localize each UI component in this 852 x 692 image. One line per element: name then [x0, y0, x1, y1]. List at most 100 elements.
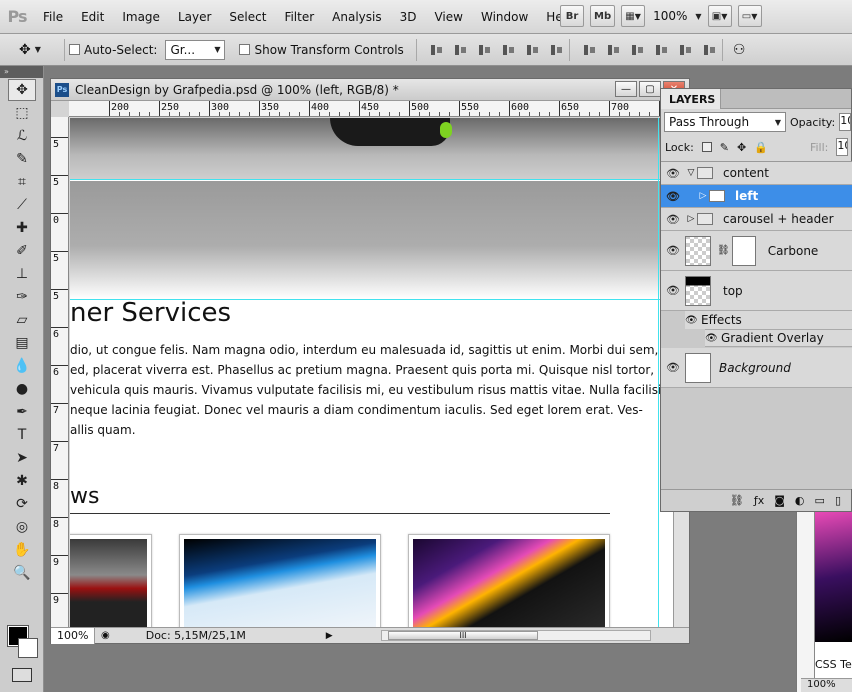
status-menu-icon[interactable]: ◉ [101, 630, 110, 641]
opacity-field[interactable]: 10 [839, 113, 852, 131]
quick-mask-button[interactable] [12, 668, 32, 682]
new-layer-icon[interactable]: ▯ [835, 494, 841, 507]
checkbox-box[interactable] [69, 44, 80, 55]
bridge-button[interactable]: Br [560, 5, 584, 27]
brush-tool-icon[interactable]: ✐ [8, 240, 36, 262]
menu-filter[interactable]: Filter [275, 0, 323, 34]
distribute-top-icon[interactable] [582, 42, 598, 58]
view-extras-button[interactable]: ▦ ▼ [621, 5, 646, 27]
menu-view[interactable]: View [425, 0, 471, 34]
color-swatches[interactable] [7, 625, 40, 662]
blur-tool-icon[interactable]: 💧 [8, 355, 36, 377]
distribute-right-icon[interactable] [702, 42, 718, 58]
menu-image[interactable]: Image [113, 0, 169, 34]
layer-row-carbone[interactable]: 👁 ⛓ Carbone [661, 231, 852, 271]
horizontal-ruler[interactable]: 200250300350400450500550600650700750 [69, 101, 669, 117]
distribute-bottom-icon[interactable] [630, 42, 646, 58]
screen-mode-button[interactable]: ▭ ▼ [737, 5, 762, 27]
guide-line[interactable] [658, 118, 659, 629]
type-tool-icon[interactable]: T [8, 424, 36, 446]
menu-edit[interactable]: Edit [72, 0, 113, 34]
dodge-tool-icon[interactable]: ● [8, 378, 36, 400]
status-arrow-icon[interactable]: ▶ [326, 631, 333, 641]
hand-tool-icon[interactable]: ✋ [8, 539, 36, 561]
align-vertical-center-icon[interactable] [453, 42, 469, 58]
fill-field[interactable]: 10 [836, 138, 849, 156]
gradient-tool-icon[interactable]: ▤ [8, 332, 36, 354]
zoom-field[interactable]: 100% [51, 627, 95, 644]
clone-stamp-tool-icon[interactable]: ⊥ [8, 263, 36, 285]
adjustment-layer-icon[interactable]: ◐ [795, 494, 805, 507]
layer-mask-thumbnail[interactable] [731, 235, 756, 266]
lock-all-icon[interactable]: 🔒 [754, 141, 768, 154]
pen-tool-icon[interactable]: ✒ [8, 401, 36, 423]
align-left-icon[interactable] [501, 42, 517, 58]
show-transform-checkbox[interactable]: Show Transform Controls [239, 43, 404, 57]
distribute-left-icon[interactable] [654, 42, 670, 58]
menu-select[interactable]: Select [220, 0, 275, 34]
align-right-icon[interactable] [549, 42, 565, 58]
maximize-button[interactable]: ▢ [639, 81, 661, 97]
eye-icon[interactable]: 👁 [661, 361, 685, 374]
eye-icon[interactable]: 👁 [661, 213, 685, 226]
layer-row-carousel-header[interactable]: 👁 ▷ carousel + header [661, 208, 852, 231]
align-top-icon[interactable] [429, 42, 445, 58]
arrange-documents-button[interactable]: ▣ ▼ [707, 5, 732, 27]
quick-select-tool-icon[interactable]: ✎ [8, 148, 36, 170]
zoom-level-select[interactable]: 100% [651, 9, 689, 23]
lock-transparent-icon[interactable] [701, 142, 712, 152]
align-horizontal-center-icon[interactable] [525, 42, 541, 58]
auto-select-checkbox[interactable]: Auto-Select: [69, 43, 157, 57]
tools-panel-collapse[interactable]: » [0, 66, 43, 78]
eye-icon[interactable]: 👁 [685, 315, 701, 326]
shape-tool-icon[interactable]: ✱ [8, 470, 36, 492]
document-title-bar[interactable]: Ps CleanDesign by Grafpedia.psd @ 100% (… [51, 79, 689, 101]
layer-style-icon[interactable]: ƒx [754, 494, 764, 507]
auto-select-target-select[interactable]: Gr... ▼ [165, 39, 226, 60]
link-layers-icon[interactable]: ⛓ [730, 494, 744, 507]
menu-file[interactable]: File [34, 0, 72, 34]
collapse-triangle-icon[interactable]: ▷ [685, 214, 697, 224]
eyedropper-tool-icon[interactable]: ⟋ [8, 194, 36, 216]
menu-layer[interactable]: Layer [169, 0, 220, 34]
history-brush-tool-icon[interactable]: ✑ [8, 286, 36, 308]
background-document-window[interactable]: CSS Te 100% [796, 512, 852, 692]
menu-3d[interactable]: 3D [391, 0, 426, 34]
layer-row-content[interactable]: 👁 ▽ content [661, 162, 852, 185]
checkbox-box[interactable] [239, 44, 251, 55]
3d-rotate-tool-icon[interactable]: ⟳ [8, 493, 36, 515]
align-bottom-icon[interactable] [477, 42, 493, 58]
move-tool-icon[interactable]: ✥ [8, 79, 36, 101]
distribute-center-icon[interactable] [606, 42, 622, 58]
auto-align-layers-icon[interactable]: ⚇ [733, 42, 746, 58]
eye-icon[interactable]: 👁 [661, 190, 685, 203]
layer-effect-gradient-overlay[interactable]: 👁 Gradient Overlay [705, 329, 852, 347]
zoom-tool-icon[interactable]: 🔍 [8, 562, 36, 584]
layer-row-left[interactable]: 👁 ▷ left [661, 185, 852, 208]
document-canvas[interactable]: ner Services dio, ut congue felis. Nam m… [70, 118, 675, 629]
layer-row-top[interactable]: 👁 top [661, 271, 852, 311]
eye-icon[interactable]: 👁 [705, 333, 721, 344]
3d-orbit-tool-icon[interactable]: ◎ [8, 516, 36, 538]
eraser-tool-icon[interactable]: ▱ [8, 309, 36, 331]
tool-preset-picker[interactable]: ✥ ▼ [0, 42, 60, 58]
distribute-hcenter-icon[interactable] [678, 42, 694, 58]
blend-mode-select[interactable]: Pass Through ▼ [664, 112, 786, 132]
path-selection-tool-icon[interactable]: ➤ [8, 447, 36, 469]
zoom-field[interactable]: 100% [801, 678, 852, 692]
lasso-tool-icon[interactable]: ℒ [8, 125, 36, 147]
add-mask-icon[interactable]: ◙ [774, 494, 785, 507]
minibridge-button[interactable]: Mb [590, 5, 616, 27]
horizontal-scrollbar[interactable]: III [381, 630, 651, 641]
crop-tool-icon[interactable]: ⌗ [8, 171, 36, 193]
chain-link-icon[interactable]: ⛓ [717, 245, 730, 256]
eye-icon[interactable]: 👁 [661, 284, 685, 297]
eye-icon[interactable]: 👁 [661, 244, 685, 257]
lock-position-icon[interactable]: ✥ [737, 141, 746, 154]
marquee-tool-icon[interactable]: ⬚ [8, 102, 36, 124]
new-group-icon[interactable]: ▭ [815, 494, 825, 507]
expand-triangle-icon[interactable]: ▽ [685, 168, 697, 178]
minimize-button[interactable]: — [615, 81, 637, 97]
guide-line[interactable] [70, 179, 675, 180]
background-color-swatch[interactable] [18, 638, 38, 658]
